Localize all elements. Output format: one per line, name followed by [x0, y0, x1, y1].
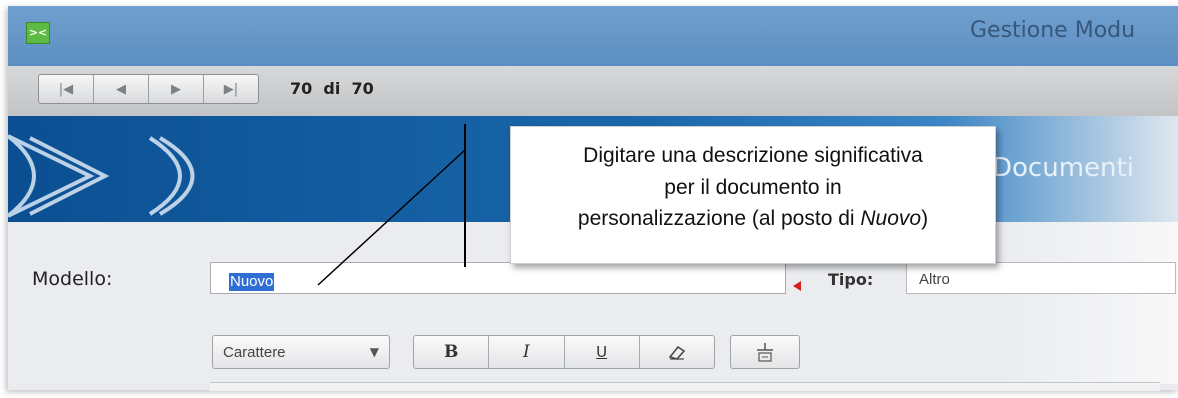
first-record-icon: |◀ [58, 81, 74, 97]
last-record-icon: ▶| [223, 81, 239, 97]
record-navigator: |◀ ◀ ▶ ▶| [38, 74, 259, 104]
italic-button[interactable]: I [489, 336, 565, 368]
callout-line-3-prefix: personalizzazione (al posto di [577, 207, 861, 230]
callout-emphasis: Nuovo [860, 207, 922, 230]
annotation-callout: Digitare una descrizione significativa p… [510, 126, 996, 264]
callout-line-3-suffix: ) [921, 207, 929, 230]
last-record-button[interactable]: ▶| [204, 75, 258, 103]
clear-format-button[interactable] [640, 336, 714, 368]
previous-record-icon: ◀ [116, 81, 126, 97]
previous-record-button[interactable]: ◀ [94, 75, 149, 103]
bold-button[interactable]: B [414, 336, 490, 368]
modello-input-value: Nuovo [229, 273, 275, 291]
next-record-icon: ▶ [171, 81, 181, 97]
underline-button[interactable]: U [565, 336, 640, 368]
page-break-button[interactable] [730, 335, 800, 369]
modello-label: Modello: [32, 268, 113, 290]
next-record-button[interactable]: ▶ [149, 75, 204, 103]
tipo-label: Tipo: [828, 270, 874, 289]
brand-logo-icon [6, 134, 195, 218]
chevron-down-icon: ▼ [369, 345, 379, 359]
section-title: Documenti [992, 153, 1134, 183]
callout-line-3: personalizzazione (al posto di Nuovo) [511, 203, 995, 235]
callout-line-2: per il documento in [664, 175, 842, 199]
tipo-select[interactable]: Altro [906, 262, 1176, 294]
formatting-toolbar: B I U [413, 335, 715, 369]
app-logo-icon: >< [26, 22, 50, 44]
font-select[interactable]: Carattere ▼ [212, 335, 390, 369]
page-break-icon [757, 343, 773, 362]
font-select-value: Carattere [223, 344, 286, 361]
next-field-row [210, 382, 1160, 391]
callout-line-1: Digitare una descrizione significativa [583, 144, 923, 167]
window-title: Gestione Modu [970, 18, 1136, 43]
record-counter: 70 di 70 [290, 79, 374, 98]
tipo-select-value: Altro [919, 271, 950, 288]
first-record-button[interactable]: |◀ [39, 75, 94, 103]
modello-input[interactable]: Nuovo [210, 262, 786, 294]
required-field-icon [793, 281, 801, 291]
eraser-icon [668, 345, 686, 360]
